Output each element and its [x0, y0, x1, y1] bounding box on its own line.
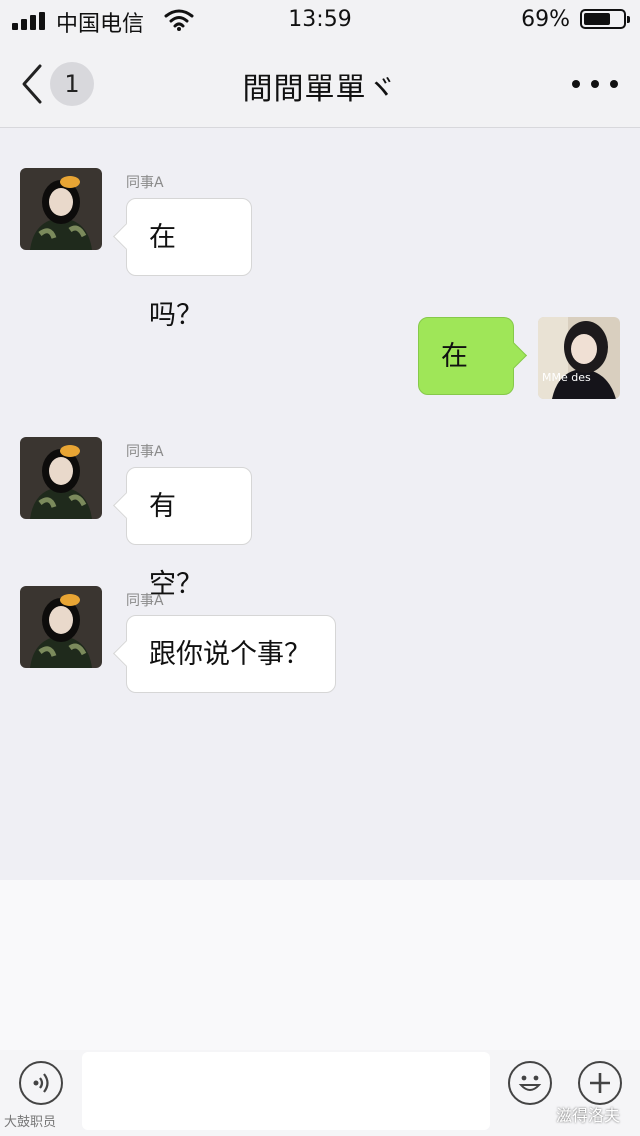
status-bar: 中国电信 13:59 69% — [0, 0, 640, 40]
sender-name: 同事A — [126, 175, 164, 191]
emoji-icon[interactable] — [508, 1061, 552, 1105]
battery-percent: 69% — [521, 7, 570, 32]
message-text: 跟你说个事？ — [149, 639, 311, 670]
avatar-self[interactable]: MMe des — [538, 317, 620, 399]
sender-name: 同事A — [126, 593, 164, 609]
message-bubble[interactable]: 跟你说个事？ — [113, 615, 336, 693]
battery-icon — [580, 9, 630, 29]
plus-icon[interactable] — [578, 1061, 622, 1105]
message-bubble[interactable]: 有空？ — [113, 467, 252, 600]
message-bubble[interactable]: 在 — [418, 317, 527, 395]
watermark-left: 大鼓职员 — [4, 1115, 57, 1130]
message-input[interactable] — [82, 1052, 490, 1130]
more-dots-icon[interactable] — [572, 80, 618, 88]
avatar-colleague[interactable] — [20, 586, 102, 668]
message-outgoing: MMe des 在 — [0, 288, 640, 418]
input-bar: 大鼓职员 滋得洛夫 — [0, 1050, 640, 1136]
message-incoming: 同事A 跟你说个事？ — [0, 568, 640, 728]
message-text: 在 — [441, 341, 468, 372]
chat-blank-area — [0, 880, 640, 1050]
avatar-colleague[interactable] — [20, 168, 102, 250]
message-bubble[interactable]: 在吗？ — [113, 198, 252, 331]
message-list: 同事A 在吗？ MMe des 在 同事A 有空？ 同事A 跟你说个事？ — [0, 128, 640, 880]
message-incoming: 同事A 在吗？ — [0, 128, 640, 331]
watermark-right: 滋得洛夫 — [555, 1106, 620, 1125]
message-incoming: 同事A 有空？ — [0, 418, 640, 600]
svg-text:MMe des: MMe des — [542, 371, 591, 384]
voice-icon[interactable] — [19, 1061, 63, 1105]
avatar-colleague[interactable] — [20, 437, 102, 519]
sender-name: 同事A — [126, 444, 164, 460]
chat-header: 1 間間單單ヾ — [0, 40, 640, 128]
chat-title: 間間單單ヾ — [242, 72, 398, 107]
